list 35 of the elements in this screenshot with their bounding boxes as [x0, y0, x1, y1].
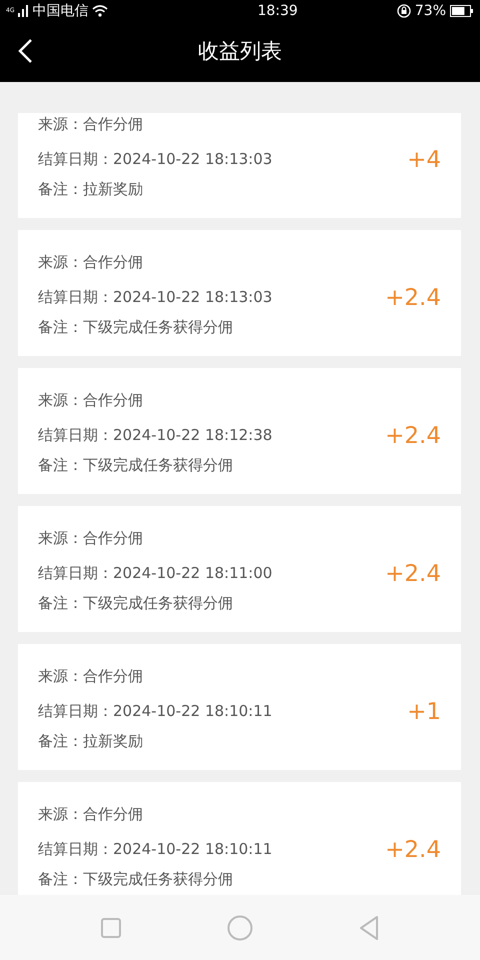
back-nav-button[interactable]: [358, 914, 380, 940]
amount: +2.4: [385, 422, 441, 451]
signal-icon: [18, 5, 28, 17]
source-text: 来源：合作分佣: [38, 528, 144, 549]
amount: +2.4: [385, 836, 441, 865]
note-text: 备注：下级完成任务获得分佣: [38, 455, 234, 476]
amount: +1: [407, 698, 441, 727]
rotation-lock-icon: [396, 4, 411, 18]
amount: +2.4: [385, 560, 441, 589]
note-text: 备注：拉新奖励: [38, 731, 144, 752]
source-text: 来源：合作分佣: [38, 804, 144, 825]
settlement-date: 结算日期：2024-10-22 18:13:03: [38, 287, 274, 308]
battery-percent: 73%: [414, 2, 446, 20]
source-text: 来源：合作分佣: [38, 252, 144, 273]
carrier-name: 中国电信: [32, 2, 88, 20]
note-text: 备注：拉新奖励: [38, 179, 144, 200]
page-title: 收益列表: [198, 38, 282, 66]
note-text: 备注：下级完成任务获得分佣: [38, 317, 234, 338]
recent-apps-button[interactable]: [100, 916, 122, 940]
amount: +2.4: [385, 284, 441, 313]
source-text: 来源：合作分佣: [38, 390, 144, 411]
settlement-date: 结算日期：2024-10-22 18:10:11: [38, 839, 274, 860]
source-text: 来源：合作分佣: [38, 666, 144, 687]
settlement-date: 结算日期：2024-10-22 18:12:38: [38, 425, 274, 446]
settlement-date: 结算日期：2024-10-22 18:11:00: [38, 563, 274, 584]
home-button[interactable]: [226, 914, 253, 940]
amount: +4: [407, 146, 441, 175]
note-text: 备注：下级完成任务获得分佣: [38, 869, 234, 890]
wifi-icon: [92, 5, 108, 17]
settlement-date: 结算日期：2024-10-22 18:13:03: [38, 149, 274, 170]
source-text: 来源：合作分佣: [38, 114, 144, 135]
battery-icon: [450, 5, 474, 17]
settlement-date: 结算日期：2024-10-22 18:10:11: [38, 701, 274, 722]
note-text: 备注：下级完成任务获得分佣: [38, 593, 234, 614]
clock-time: 18:39: [257, 2, 298, 20]
